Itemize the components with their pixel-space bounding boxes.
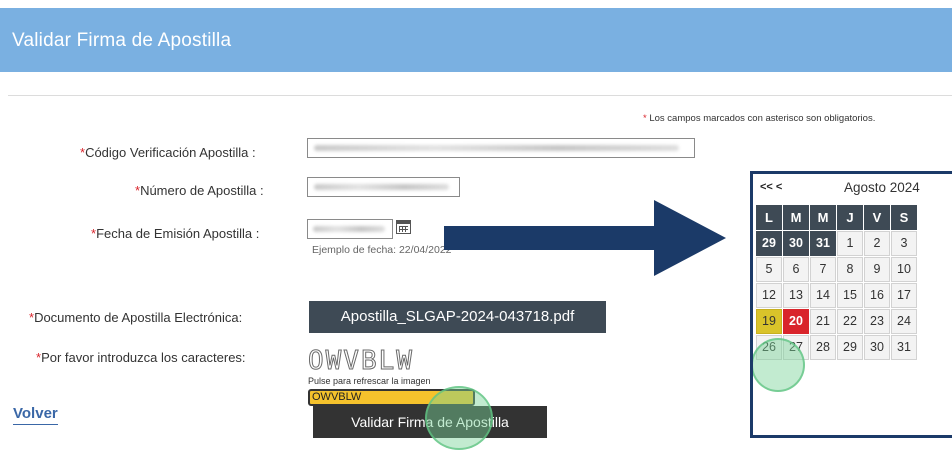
weekday-header: M bbox=[783, 205, 809, 230]
verification-code-input[interactable] bbox=[307, 138, 695, 158]
calendar-day[interactable]: 23 bbox=[864, 309, 890, 334]
calendar-day[interactable]: 10 bbox=[891, 257, 917, 282]
calendar-day[interactable]: 30 bbox=[864, 335, 890, 360]
redacted-value bbox=[314, 145, 679, 151]
calendar-day[interactable]: 28 bbox=[810, 335, 836, 360]
calendar-day[interactable]: 17 bbox=[891, 283, 917, 308]
weekday-header: J bbox=[837, 205, 863, 230]
back-link[interactable]: Volver bbox=[13, 405, 58, 425]
calendar-day[interactable]: 16 bbox=[864, 283, 890, 308]
required-note-text: Los campos marcados con asterisco son ob… bbox=[646, 113, 876, 124]
redacted-value bbox=[313, 226, 385, 232]
calendar-day[interactable]: 31 bbox=[891, 335, 917, 360]
required-fields-note: * Los campos marcados con asterisco son … bbox=[643, 113, 875, 124]
apostille-number-input[interactable] bbox=[307, 177, 460, 197]
calendar-day[interactable]: 29 bbox=[837, 335, 863, 360]
weekday-header: L bbox=[756, 205, 782, 230]
calendar-week: 5 6 7 8 9 10 bbox=[756, 257, 918, 282]
page-title: Validar Firma de Apostilla bbox=[12, 30, 232, 51]
refresh-captcha-link[interactable]: Pulse para refrescar la imagen bbox=[308, 376, 431, 386]
calendar-day[interactable]: 31 bbox=[810, 231, 836, 256]
calendar-day[interactable]: 1 bbox=[837, 231, 863, 256]
captcha-label: *Por favor introduzca los caracteres: bbox=[36, 350, 246, 365]
document-label: *Documento de Apostilla Electrónica: bbox=[29, 310, 243, 325]
verification-code-label: *Código Verificación Apostilla : bbox=[80, 145, 256, 160]
weekday-header: S bbox=[891, 205, 917, 230]
calendar-day[interactable]: 13 bbox=[783, 283, 809, 308]
calendar-day[interactable]: 9 bbox=[864, 257, 890, 282]
calendar-day-selected[interactable]: 19 bbox=[756, 309, 782, 334]
calendar-day[interactable]: 6 bbox=[783, 257, 809, 282]
calendar-day[interactable]: 29 bbox=[756, 231, 782, 256]
calendar-day[interactable]: 15 bbox=[837, 283, 863, 308]
calendar-day[interactable]: 22 bbox=[837, 309, 863, 334]
calendar-month-title: Agosto 2024 bbox=[844, 180, 920, 195]
calendar-icon[interactable] bbox=[396, 220, 411, 234]
calendar-popup: << < Agosto 2024 L M M J V S 29 30 31 1 … bbox=[750, 171, 952, 438]
click-highlight bbox=[753, 338, 805, 392]
calendar-day[interactable]: 7 bbox=[810, 257, 836, 282]
issue-date-input[interactable] bbox=[307, 219, 393, 239]
click-highlight bbox=[425, 386, 493, 450]
arrow-right-icon bbox=[444, 200, 726, 276]
weekday-header: M bbox=[810, 205, 836, 230]
apostille-number-label: *Número de Apostilla : bbox=[135, 183, 264, 198]
calendar-week: 19 20 21 22 23 24 bbox=[756, 309, 918, 334]
captcha-image[interactable]: OWVBLW bbox=[308, 346, 414, 377]
calendar-day-today[interactable]: 20 bbox=[783, 309, 809, 334]
calendar-day[interactable]: 21 bbox=[810, 309, 836, 334]
calendar-week: 12 13 14 15 16 17 bbox=[756, 283, 918, 308]
calendar-week: 29 30 31 1 2 3 bbox=[756, 231, 918, 256]
calendar-day[interactable]: 30 bbox=[783, 231, 809, 256]
calendar-day[interactable]: 2 bbox=[864, 231, 890, 256]
calendar-day[interactable]: 5 bbox=[756, 257, 782, 282]
calendar-day[interactable]: 8 bbox=[837, 257, 863, 282]
calendar-day[interactable]: 12 bbox=[756, 283, 782, 308]
content-divider bbox=[8, 95, 952, 96]
redacted-value bbox=[314, 184, 449, 190]
calendar-prev-nav[interactable]: << < bbox=[760, 181, 782, 193]
file-select-button[interactable]: Apostilla_SLGAP-2024-043718.pdf bbox=[309, 301, 606, 333]
weekday-header: V bbox=[864, 205, 890, 230]
calendar-day[interactable]: 14 bbox=[810, 283, 836, 308]
issue-date-label: *Fecha de Emisión Apostilla : bbox=[91, 226, 260, 241]
page-header: Validar Firma de Apostilla bbox=[0, 8, 952, 72]
calendar-day[interactable]: 3 bbox=[891, 231, 917, 256]
calendar-day[interactable]: 24 bbox=[891, 309, 917, 334]
calendar-weekday-header: L M M J V S bbox=[756, 205, 918, 230]
date-example-hint: Ejemplo de fecha: 22/04/2022 bbox=[312, 244, 452, 256]
